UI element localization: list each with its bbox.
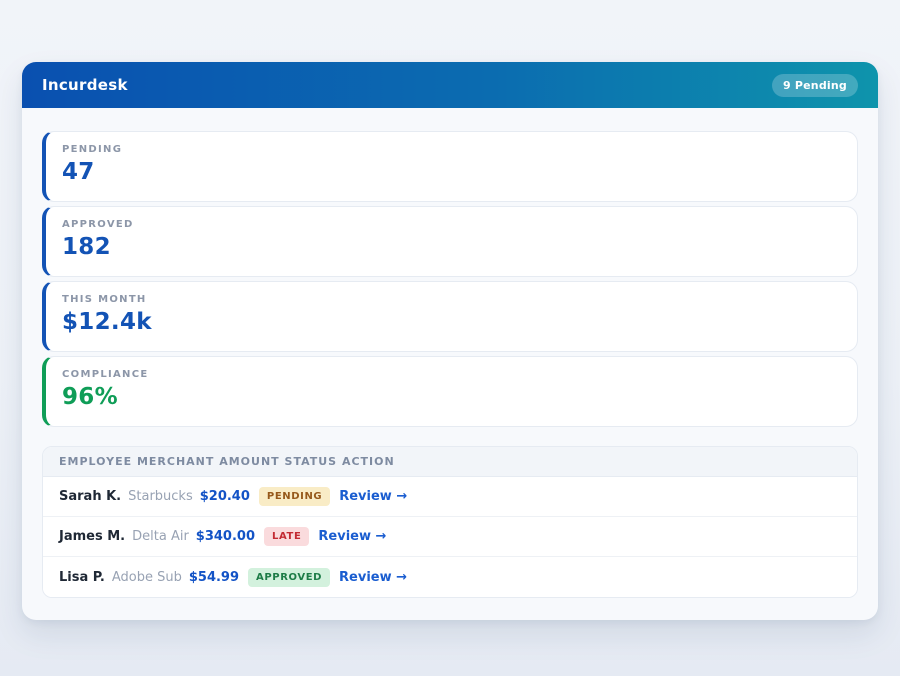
- stat-value: 96%: [62, 384, 841, 410]
- table-column-header: EMPLOYEE: [59, 455, 132, 468]
- table-column-header: MERCHANT: [137, 455, 214, 468]
- employee-name: Lisa P.: [59, 570, 105, 585]
- stat-value: 47: [62, 159, 841, 185]
- merchant-name: Adobe Sub: [112, 570, 182, 585]
- review-link[interactable]: Review →: [318, 529, 386, 544]
- employee-name: James M.: [59, 529, 125, 544]
- merchant-name: Starbucks: [128, 489, 193, 504]
- status-badge: LATE: [264, 527, 309, 546]
- card-header: Incurdesk 9 Pending: [22, 62, 878, 108]
- stats-list: PENDING 47 APPROVED 182 THIS MONTH $12.4…: [42, 131, 858, 427]
- stat-card: APPROVED 182: [42, 206, 858, 277]
- table-row: Lisa P. Adobe Sub $54.99 APPROVED Review…: [43, 557, 857, 597]
- table-row: James M. Delta Air $340.00 LATE Review →: [43, 517, 857, 557]
- app-title: Incurdesk: [42, 76, 128, 94]
- expense-dashboard-card: Incurdesk 9 Pending PENDING 47 APPROVED …: [22, 62, 878, 620]
- stat-card: PENDING 47: [42, 131, 858, 202]
- card-body: PENDING 47 APPROVED 182 THIS MONTH $12.4…: [22, 108, 878, 620]
- status-badge: APPROVED: [248, 568, 330, 587]
- stat-label: PENDING: [62, 144, 841, 155]
- stat-value: 182: [62, 234, 841, 260]
- stat-card: COMPLIANCE 96%: [42, 356, 858, 427]
- table-column-header: AMOUNT: [219, 455, 279, 468]
- stat-label: COMPLIANCE: [62, 369, 841, 380]
- expense-table: EMPLOYEE MERCHANT AMOUNT STATUS ACTION S…: [42, 446, 858, 598]
- amount-value: $20.40: [200, 489, 250, 504]
- stat-label: THIS MONTH: [62, 294, 841, 305]
- status-badge: PENDING: [259, 487, 330, 506]
- table-body: Sarah K. Starbucks $20.40 PENDING Review…: [43, 477, 857, 597]
- table-column-header: STATUS: [285, 455, 338, 468]
- table-row: Sarah K. Starbucks $20.40 PENDING Review…: [43, 477, 857, 517]
- stat-label: APPROVED: [62, 219, 841, 230]
- amount-value: $54.99: [189, 570, 239, 585]
- review-link[interactable]: Review →: [339, 489, 407, 504]
- merchant-name: Delta Air: [132, 529, 189, 544]
- employee-name: Sarah K.: [59, 489, 121, 504]
- table-header-row: EMPLOYEE MERCHANT AMOUNT STATUS ACTION: [43, 447, 857, 477]
- stat-card: THIS MONTH $12.4k: [42, 281, 858, 352]
- stat-value: $12.4k: [62, 309, 841, 335]
- table-column-header: ACTION: [342, 455, 395, 468]
- pending-count-badge: 9 Pending: [772, 74, 858, 97]
- review-link[interactable]: Review →: [339, 570, 407, 585]
- amount-value: $340.00: [196, 529, 255, 544]
